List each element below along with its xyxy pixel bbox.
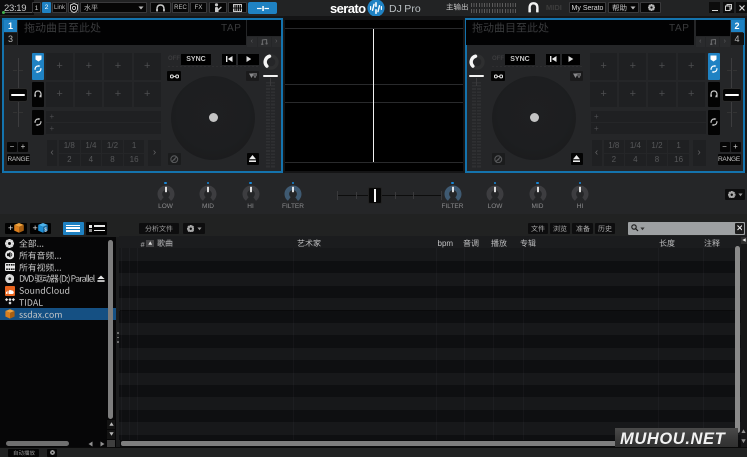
svg-text:$: $ (44, 228, 47, 233)
